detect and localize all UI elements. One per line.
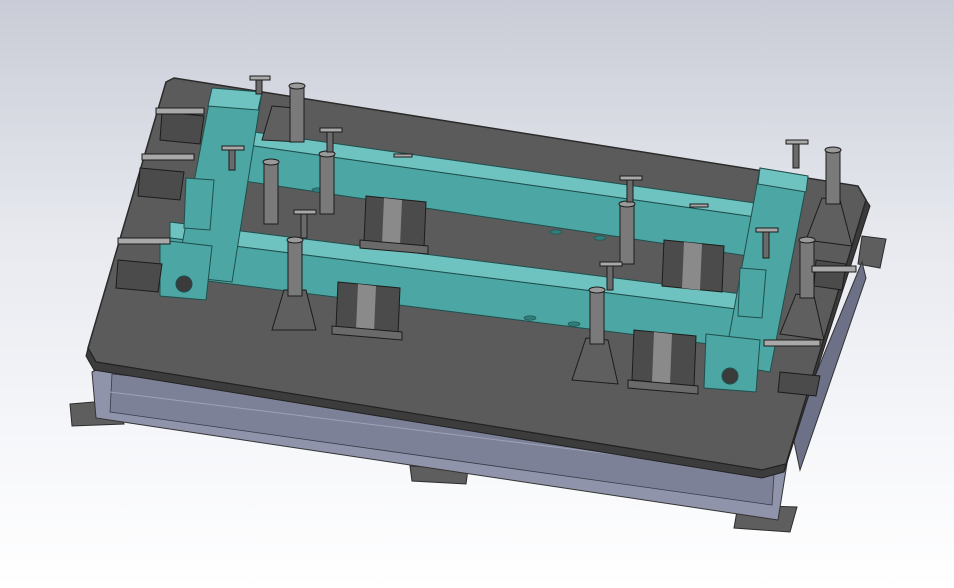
- left-end-bracket-hole: [175, 275, 193, 293]
- left-upright-box: [183, 177, 215, 231]
- welding-fixture-3d-model[interactable]: [0, 0, 954, 588]
- edge-clamp-1: [155, 107, 205, 145]
- handle-7: [785, 139, 809, 169]
- v-block-2: [331, 281, 403, 341]
- right-upright-box: [737, 267, 767, 319]
- left-cross-member-top: [207, 87, 263, 111]
- right-end-bracket-hole: [721, 367, 739, 385]
- handle-10: [689, 203, 709, 208]
- v-block-4: [627, 329, 699, 395]
- v-block-3: [661, 239, 725, 293]
- column-3: [618, 200, 636, 265]
- handle-9: [393, 153, 413, 158]
- cad-viewport[interactable]: [0, 0, 954, 588]
- column-7: [318, 150, 336, 215]
- v-block-1: [359, 195, 429, 255]
- column-8: [262, 158, 280, 225]
